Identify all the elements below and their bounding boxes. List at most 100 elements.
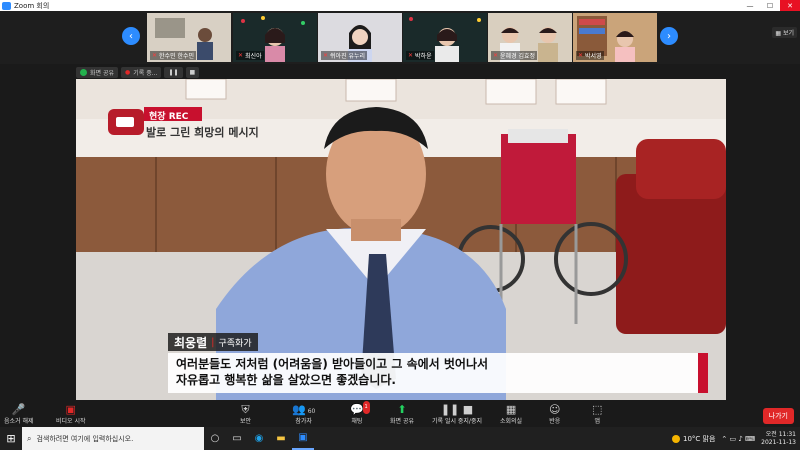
participants-label: 참가자	[295, 418, 312, 425]
zoom-taskbar-icon[interactable]: ▣	[292, 427, 314, 450]
edge-browser-icon[interactable]: ◉	[248, 427, 270, 450]
video-off-icon: ▣	[65, 403, 76, 416]
muted-mic-icon: ✕	[323, 52, 329, 59]
weather-icon	[671, 434, 680, 443]
search-placeholder: 검색하려면 여기에 입력하십시오.	[36, 434, 134, 443]
record-icon: ●	[125, 68, 131, 76]
share-screen-icon: ⬆	[397, 403, 407, 416]
chat-badge: 1	[362, 401, 370, 414]
recording-label: 기록 중...	[133, 69, 158, 77]
apps-button[interactable]: ⬚ 앱	[592, 403, 602, 425]
pause-stop-icon: ❚❚ ■	[440, 403, 474, 416]
breakout-rooms-button[interactable]: ▦ 소회의실	[500, 403, 522, 425]
tray-icons[interactable]: ⌃ ▭ ♪ ⌨	[721, 435, 755, 443]
recording-status[interactable]: ● 기록 중...	[121, 66, 162, 78]
pause-icon: ❚❚	[168, 68, 179, 76]
speaker-caption: 최웅렬 | 구족화가	[168, 333, 258, 351]
stop-icon: ■	[189, 68, 196, 76]
broadcast-headline: 발로 그린 희망의 메시지	[146, 126, 259, 139]
participant-gallery: ‹ ✕ 한수민 한수민 ✕ 최신아 ✕ 쒸아진 유누리 ✕ 박하윤 ✕ 윤혜경 …	[0, 11, 800, 64]
close-window-button[interactable]: ✕	[780, 0, 800, 11]
participants-button[interactable]: 👥 60 참가자	[292, 403, 315, 425]
security-label: 보안	[240, 418, 252, 425]
subtitle-box: 여러분들도 저처럼 (어려움을) 받아들이고 그 속에서 벗어나서 자유롭고 행…	[168, 353, 708, 393]
mic-muted-icon: 🎤	[11, 403, 26, 416]
share-indicator-bar: 화면 공유 ● 기록 중... ❚❚ ■	[76, 65, 202, 79]
share-status-label: 화면 공유	[90, 69, 114, 77]
participant-tile[interactable]: ✕ 윤혜경 김효정	[488, 13, 572, 62]
meeting-controls: 🎤 음소거 해제 ▣ 비디오 시작 ⛨ 보안 👥 60 참가자 💬 1 채팅 ⬆ 화…	[0, 400, 800, 427]
recording-controls-button[interactable]: ❚❚ ■ 기록 일시 중지/중지	[432, 403, 482, 425]
participant-name: 윤혜경 김효정	[500, 53, 536, 60]
recording-controls-label: 기록 일시 중지/중지	[432, 418, 482, 425]
windows-taskbar: ⊞ ⌕ 검색하려면 여기에 입력하십시오. ○ ▭ ◉ ▬ ▣ 10°C 맑음 …	[0, 427, 800, 450]
minimize-button[interactable]: —	[740, 0, 760, 11]
file-explorer-icon[interactable]: ▬	[270, 427, 292, 450]
gallery-next-button[interactable]: ›	[660, 27, 678, 45]
share-status[interactable]: 화면 공유	[76, 66, 118, 78]
stop-recording-button[interactable]: ■	[185, 66, 200, 78]
breakout-rooms-label: 소회의실	[500, 418, 523, 425]
chat-button[interactable]: 💬 1 채팅	[350, 401, 370, 425]
unmute-label: 음소거 해제	[4, 418, 34, 425]
taskbar-search-box[interactable]: ⌕ 검색하려면 여기에 입력하십시오.	[22, 427, 204, 450]
window-titlebar: Zoom 회의 — ☐ ✕	[0, 0, 800, 11]
start-video-label: 비디오 시작	[56, 418, 86, 425]
shield-icon: ⛨	[241, 403, 250, 416]
security-button[interactable]: ⛨ 보안	[240, 403, 251, 425]
muted-mic-icon: ✕	[408, 52, 414, 59]
chat-label: 채팅	[351, 418, 363, 425]
participant-name: 한수민 한수민	[159, 53, 195, 60]
participant-tile[interactable]: ✕ 박서영	[573, 13, 657, 62]
gallery-prev-button[interactable]: ‹	[122, 27, 140, 45]
maximize-button[interactable]: ☐	[760, 0, 780, 11]
subtitle-line-1: 여러분들도 저처럼 (어려움을) 받아들이고 그 속에서 벗어나서	[176, 357, 489, 371]
participant-name: 박서영	[585, 53, 602, 60]
participant-name: 박하윤	[415, 53, 432, 60]
start-video-button[interactable]: ▣ 비디오 시작	[56, 403, 86, 425]
muted-mic-icon: ✕	[493, 52, 499, 59]
smiley-icon: ☺	[549, 403, 561, 416]
search-icon: ⌕	[27, 433, 32, 443]
participant-name: 쒸아진 유누리	[330, 53, 366, 60]
muted-mic-icon: ✕	[238, 52, 244, 59]
weather-text[interactable]: 10°C 맑음	[683, 434, 715, 444]
clock-date: 2021-11-13	[761, 438, 796, 446]
clock-time: 오전 11:31	[765, 430, 796, 438]
clock[interactable]: 오전 11:31 2021-11-13	[761, 431, 796, 447]
view-button[interactable]: ▦ 보기	[772, 27, 797, 38]
zoom-app-icon	[2, 1, 11, 10]
rec-badge: 현장 REC	[149, 112, 189, 122]
windows-start-icon[interactable]: ⊞	[0, 432, 22, 445]
caption-divider: |	[211, 336, 215, 348]
grid-icon: ▦	[505, 403, 517, 416]
apps-icon: ⬚	[592, 403, 603, 416]
pause-recording-button[interactable]: ❚❚	[164, 66, 183, 78]
system-tray: 10°C 맑음 ⌃ ▭ ♪ ⌨ 오전 11:31 2021-11-13	[671, 427, 796, 450]
muted-mic-icon: ✕	[578, 52, 584, 59]
participant-tile[interactable]: ✕ 최신아	[233, 13, 317, 62]
apps-label: 앱	[594, 418, 600, 425]
speaker-title: 구족화가	[218, 338, 252, 349]
window-title: Zoom 회의	[14, 1, 50, 10]
leave-button[interactable]: 나가기	[762, 408, 794, 424]
people-icon: 👥 60	[292, 403, 316, 416]
participant-tile[interactable]: ✕ 한수민 한수민	[147, 13, 231, 62]
reactions-button[interactable]: ☺ 반응	[549, 403, 560, 425]
unmute-button[interactable]: 🎤 음소거 해제	[4, 403, 34, 425]
share-screen-label: 화면 공유	[390, 418, 414, 425]
share-screen-button[interactable]: ⬆ 화면 공유	[390, 403, 414, 425]
participant-tile[interactable]: ✕ 쒸아진 유누리	[318, 13, 402, 62]
participants-count: 60	[307, 408, 316, 415]
shared-screen-video: 현장 REC 발로 그린 희망의 메시지 최웅렬 | 구족화가 여러분들도 저처…	[76, 79, 726, 400]
share-status-icon	[80, 68, 87, 76]
task-view-icon[interactable]: ○	[204, 427, 226, 450]
speaker-name: 최웅렬	[174, 335, 208, 350]
chat-icon: 💬 1	[350, 401, 370, 416]
participant-tile[interactable]: ✕ 박하윤	[403, 13, 487, 62]
muted-mic-icon: ✕	[152, 52, 158, 59]
reactions-label: 반응	[549, 418, 561, 425]
multitask-icon[interactable]: ▭	[226, 427, 248, 450]
participant-name: 최신아	[245, 53, 262, 60]
subtitle-line-2: 자유롭고 행복한 삶을 살았으면 좋겠습니다.	[176, 373, 396, 387]
